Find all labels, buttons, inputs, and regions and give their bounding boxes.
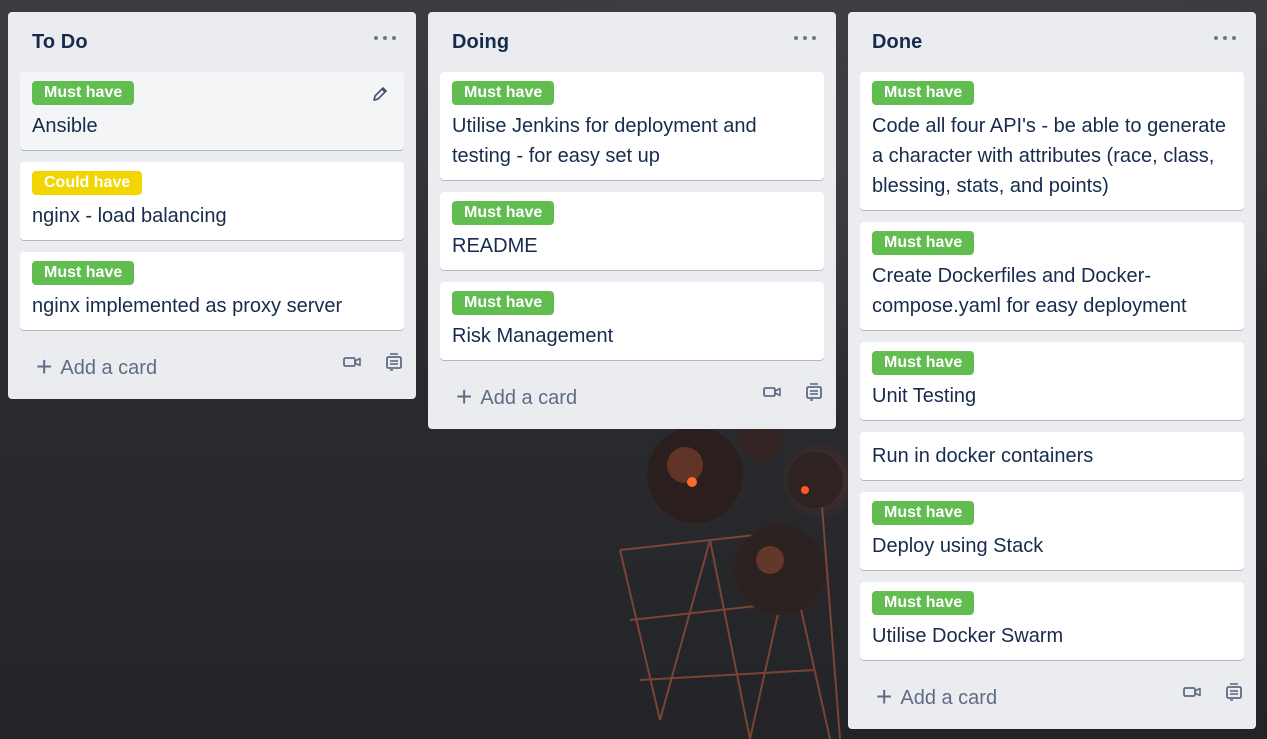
card-template-icon[interactable] [384, 352, 404, 372]
card-label: Must have [452, 291, 555, 315]
card-title: README [452, 235, 538, 257]
card[interactable]: Must have Risk Management [440, 282, 824, 360]
list-header: To Do [8, 12, 416, 72]
card[interactable]: Must have nginx implemented as proxy ser… [20, 252, 404, 330]
card-label: Must have [452, 201, 555, 225]
list-todo: To Do Must have Ansible Could have nginx… [8, 12, 416, 399]
card[interactable]: Must have Ansible [20, 72, 404, 150]
list-title[interactable]: Done [872, 31, 922, 53]
card-title: Unit Testing [872, 385, 977, 407]
pencil-icon[interactable] [370, 84, 390, 104]
card-label: Must have [32, 81, 135, 105]
card-label: Must have [872, 81, 975, 105]
video-camera-icon[interactable] [1182, 684, 1202, 700]
card[interactable]: Must have Create Dockerfiles and Docker-… [860, 222, 1244, 330]
add-card-label: Add a card [480, 386, 578, 409]
list-header: Doing [428, 12, 836, 72]
card[interactable]: Must have Utilise Docker Swarm [860, 582, 1244, 660]
card[interactable]: Must have Deploy using Stack [860, 492, 1244, 570]
list-footer: + Add a card [848, 672, 1256, 736]
card-title: Utilise Jenkins for deployment and testi… [452, 115, 757, 167]
card-template-icon[interactable] [804, 382, 824, 402]
add-card-label: Add a card [900, 686, 998, 709]
list-title[interactable]: To Do [32, 31, 88, 53]
card-title: Code all four API's - be able to generat… [872, 115, 1227, 197]
card-label: Must have [452, 81, 555, 105]
card-title: Utilise Docker Swarm [872, 625, 1064, 647]
card[interactable]: Could have nginx - load balancing [20, 162, 404, 240]
plus-icon: + [456, 380, 473, 412]
card-title: Run in docker containers [872, 445, 1094, 467]
card-label: Could have [32, 171, 143, 195]
more-horizontal-icon[interactable] [372, 28, 398, 48]
card-template-icon[interactable] [1224, 682, 1244, 702]
card-label: Must have [872, 231, 975, 255]
card[interactable]: Must have Unit Testing [860, 342, 1244, 420]
card-title: Ansible [32, 115, 98, 137]
card-label: Must have [872, 351, 975, 375]
more-horizontal-icon[interactable] [792, 28, 818, 48]
card-label: Must have [32, 261, 135, 285]
card[interactable]: Must have Utilise Jenkins for deployment… [440, 72, 824, 180]
plus-icon: + [876, 680, 893, 712]
list-footer: + Add a card [8, 342, 416, 406]
card-title: Create Dockerfiles and Docker-compose.ya… [872, 265, 1187, 317]
list-title[interactable]: Doing [452, 31, 509, 53]
card-title: Risk Management [452, 325, 614, 347]
card[interactable]: Run in docker containers [860, 432, 1244, 480]
card-label: Must have [872, 501, 975, 525]
plus-icon: + [36, 350, 53, 382]
add-card-label: Add a card [60, 356, 158, 379]
card-title: Deploy using Stack [872, 535, 1044, 557]
list-doing: Doing Must have Utilise Jenkins for depl… [428, 12, 836, 429]
list-header: Done [848, 12, 1256, 72]
card[interactable]: Must have Code all four API's - be able … [860, 72, 1244, 210]
card-title: nginx implemented as proxy server [32, 295, 343, 317]
video-camera-icon[interactable] [762, 384, 782, 400]
card-label: Must have [872, 591, 975, 615]
more-horizontal-icon[interactable] [1212, 28, 1238, 48]
card[interactable]: Must have README [440, 192, 824, 270]
list-footer: + Add a card [428, 372, 836, 436]
list-done: Done Must have Code all four API's - be … [848, 12, 1256, 729]
video-camera-icon[interactable] [342, 354, 362, 370]
card-title: nginx - load balancing [32, 205, 227, 227]
